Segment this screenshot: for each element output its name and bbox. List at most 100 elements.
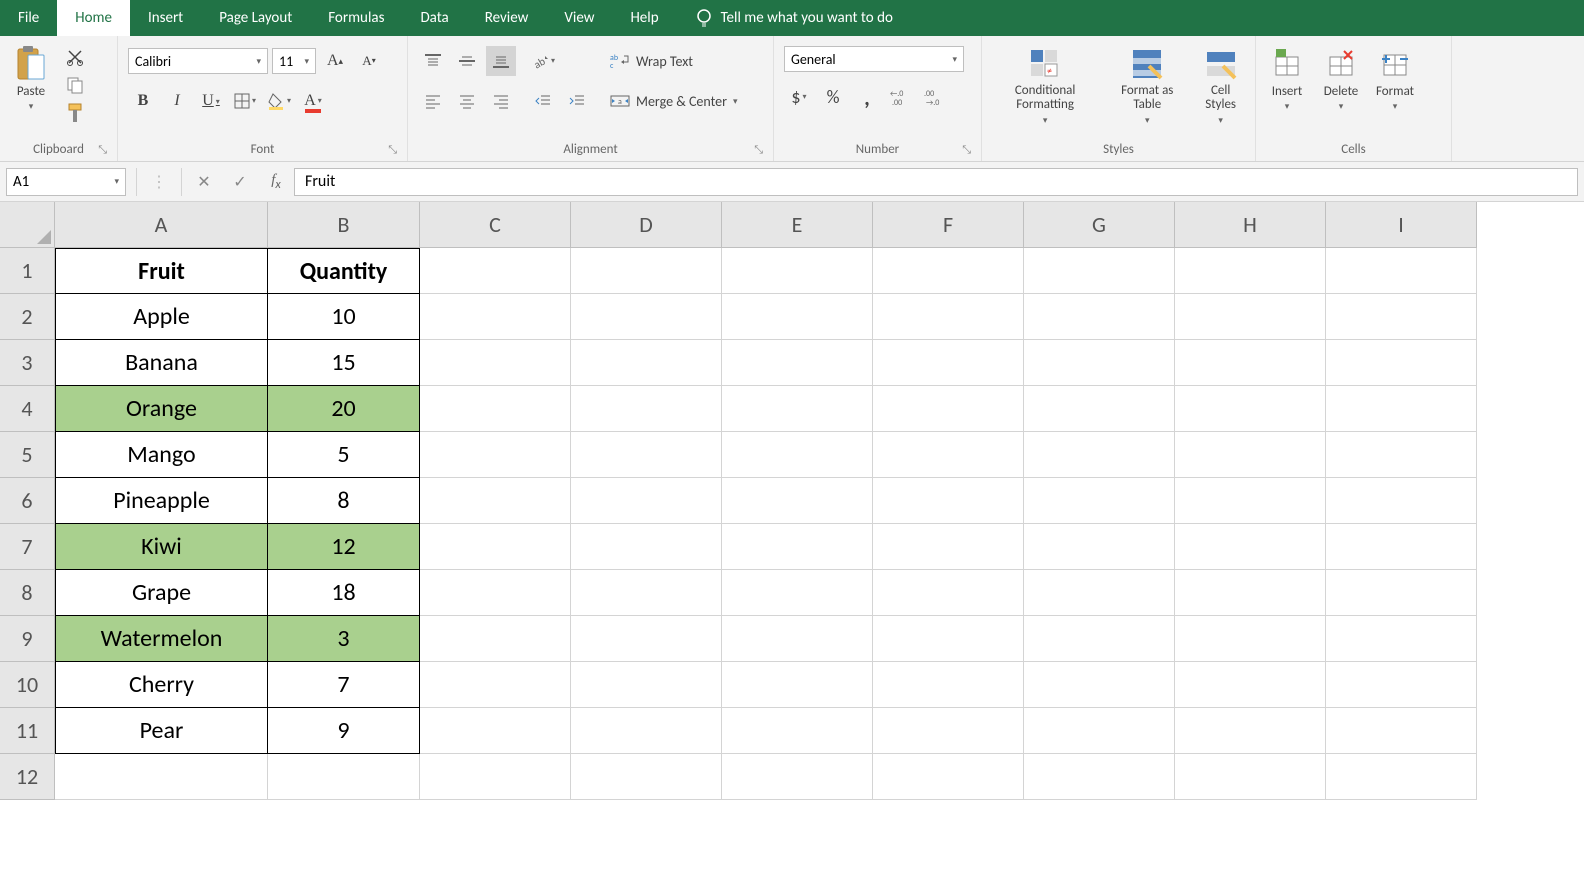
cell-A11[interactable]: Pear	[55, 708, 268, 754]
cell-G6[interactable]	[1024, 478, 1175, 524]
cell-C8[interactable]	[420, 570, 571, 616]
cell-H2[interactable]	[1175, 294, 1326, 340]
format-as-table-button[interactable]: Format as Table▾	[1106, 42, 1188, 130]
cancel-icon[interactable]: ✕	[186, 168, 222, 196]
cell-C4[interactable]	[420, 386, 571, 432]
cell-B10[interactable]: 7	[268, 662, 420, 708]
cell-E2[interactable]	[722, 294, 873, 340]
cell-D10[interactable]	[571, 662, 722, 708]
align-top-icon[interactable]	[418, 46, 448, 76]
insert-cells-button[interactable]: Insert▾	[1262, 42, 1312, 116]
merge-center-button[interactable]: aMerge & Center▾	[604, 86, 744, 116]
cell-B8[interactable]: 18	[268, 570, 420, 616]
cell-A2[interactable]: Apple	[55, 294, 268, 340]
row-header-10[interactable]: 10	[0, 662, 55, 708]
cell-G9[interactable]	[1024, 616, 1175, 662]
row-header-7[interactable]: 7	[0, 524, 55, 570]
cell-A10[interactable]: Cherry	[55, 662, 268, 708]
cell-I9[interactable]	[1326, 616, 1477, 662]
tell-me-search[interactable]: Tell me what you want to do	[677, 0, 893, 36]
column-header-F[interactable]: F	[873, 202, 1024, 248]
dialog-launcher-icon[interactable]: ⤡	[388, 143, 397, 157]
align-left-icon[interactable]	[418, 86, 448, 116]
row-header-9[interactable]: 9	[0, 616, 55, 662]
cell-I6[interactable]	[1326, 478, 1477, 524]
cell-H6[interactable]	[1175, 478, 1326, 524]
cell-D7[interactable]	[571, 524, 722, 570]
cell-B7[interactable]: 12	[268, 524, 420, 570]
cell-H3[interactable]	[1175, 340, 1326, 386]
decrease-indent-icon[interactable]	[528, 86, 558, 116]
cell-H4[interactable]	[1175, 386, 1326, 432]
cell-F1[interactable]	[873, 248, 1024, 294]
font-color-button[interactable]: A	[298, 86, 328, 116]
cell-I3[interactable]	[1326, 340, 1477, 386]
cell-E6[interactable]	[722, 478, 873, 524]
row-header-1[interactable]: 1	[0, 248, 55, 294]
tab-view[interactable]: View	[546, 0, 612, 36]
cell-H10[interactable]	[1175, 662, 1326, 708]
cell-D1[interactable]	[571, 248, 722, 294]
borders-button[interactable]	[230, 86, 260, 116]
cell-H8[interactable]	[1175, 570, 1326, 616]
name-box[interactable]: A1▾	[6, 168, 126, 196]
cell-H12[interactable]	[1175, 754, 1326, 800]
cell-A7[interactable]: Kiwi	[55, 524, 268, 570]
cell-B6[interactable]: 8	[268, 478, 420, 524]
row-header-8[interactable]: 8	[0, 570, 55, 616]
cell-D6[interactable]	[571, 478, 722, 524]
cell-styles-button[interactable]: Cell Styles▾	[1192, 42, 1249, 130]
tab-formulas[interactable]: Formulas	[310, 0, 402, 36]
cell-A1[interactable]: Fruit	[55, 248, 268, 294]
cell-D8[interactable]	[571, 570, 722, 616]
tab-page-layout[interactable]: Page Layout	[201, 0, 310, 36]
cell-E10[interactable]	[722, 662, 873, 708]
cell-I8[interactable]	[1326, 570, 1477, 616]
cell-D12[interactable]	[571, 754, 722, 800]
column-header-D[interactable]: D	[571, 202, 722, 248]
cell-C10[interactable]	[420, 662, 571, 708]
cell-A3[interactable]: Banana	[55, 340, 268, 386]
tab-help[interactable]: Help	[612, 0, 676, 36]
align-right-icon[interactable]	[486, 86, 516, 116]
cell-C1[interactable]	[420, 248, 571, 294]
cell-H7[interactable]	[1175, 524, 1326, 570]
delete-cells-button[interactable]: Delete▾	[1316, 42, 1366, 116]
align-bottom-icon[interactable]	[486, 46, 516, 76]
italic-button[interactable]: I	[162, 86, 192, 116]
tab-data[interactable]: Data	[402, 0, 466, 36]
cell-G3[interactable]	[1024, 340, 1175, 386]
cell-I7[interactable]	[1326, 524, 1477, 570]
cell-C11[interactable]	[420, 708, 571, 754]
cell-B11[interactable]: 9	[268, 708, 420, 754]
format-cells-button[interactable]: Format▾	[1370, 42, 1420, 116]
cell-F4[interactable]	[873, 386, 1024, 432]
cell-E5[interactable]	[722, 432, 873, 478]
cell-C3[interactable]	[420, 340, 571, 386]
cell-F5[interactable]	[873, 432, 1024, 478]
cell-I12[interactable]	[1326, 754, 1477, 800]
row-header-4[interactable]: 4	[0, 386, 55, 432]
row-header-5[interactable]: 5	[0, 432, 55, 478]
dialog-launcher-icon[interactable]: ⤡	[754, 143, 763, 157]
cell-I4[interactable]	[1326, 386, 1477, 432]
cell-I5[interactable]	[1326, 432, 1477, 478]
column-header-E[interactable]: E	[722, 202, 873, 248]
cell-F3[interactable]	[873, 340, 1024, 386]
cell-B1[interactable]: Quantity	[268, 248, 420, 294]
cell-E11[interactable]	[722, 708, 873, 754]
row-header-3[interactable]: 3	[0, 340, 55, 386]
cell-A4[interactable]: Orange	[55, 386, 268, 432]
cell-C2[interactable]	[420, 294, 571, 340]
decrease-font-icon[interactable]: A▾	[354, 46, 384, 76]
row-header-6[interactable]: 6	[0, 478, 55, 524]
cell-D5[interactable]	[571, 432, 722, 478]
font-name-select[interactable]: Calibri▾	[128, 48, 268, 74]
cell-D9[interactable]	[571, 616, 722, 662]
font-size-select[interactable]: 11▾	[272, 48, 316, 74]
cell-C12[interactable]	[420, 754, 571, 800]
cell-G2[interactable]	[1024, 294, 1175, 340]
dialog-launcher-icon[interactable]: ⤡	[98, 143, 107, 157]
cell-A12[interactable]	[55, 754, 268, 800]
cell-F7[interactable]	[873, 524, 1024, 570]
